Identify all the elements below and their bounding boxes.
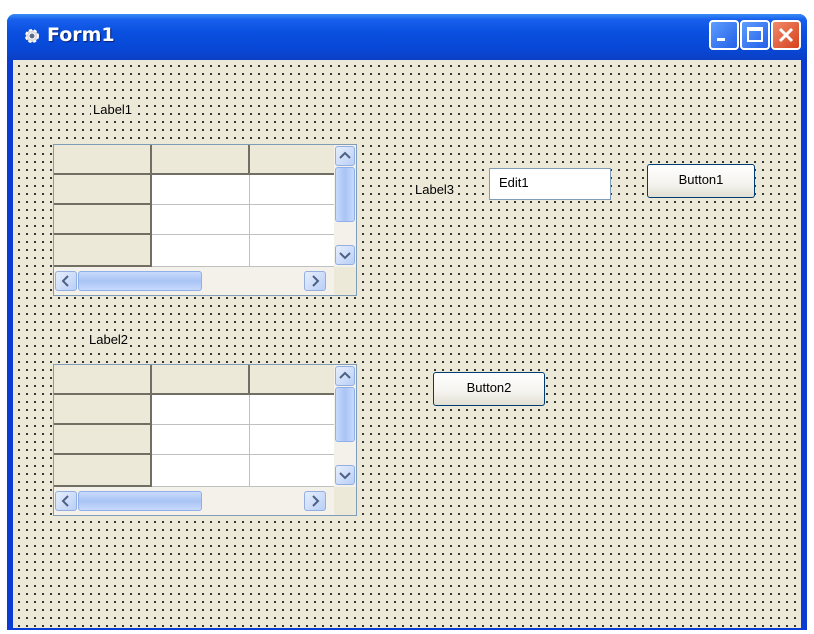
string-grid-2[interactable] bbox=[53, 364, 357, 516]
gear-icon[interactable] bbox=[23, 27, 41, 45]
grid-fixed-cell bbox=[54, 235, 152, 267]
grid-fixed-cell bbox=[152, 145, 250, 175]
grid-cell[interactable] bbox=[152, 175, 250, 205]
minimize-button[interactable] bbox=[709, 20, 739, 50]
grid-cell[interactable] bbox=[152, 235, 250, 267]
scroll-thumb[interactable] bbox=[78, 491, 202, 511]
grid-fixed-cell bbox=[54, 425, 152, 455]
scroll-up-button[interactable] bbox=[335, 146, 355, 166]
chevron-left-icon bbox=[61, 275, 69, 287]
grid-cell[interactable] bbox=[152, 395, 250, 425]
vertical-scrollbar[interactable] bbox=[334, 145, 356, 267]
edit1-input[interactable]: Edit1 bbox=[489, 168, 611, 200]
grid-cell[interactable] bbox=[152, 425, 250, 455]
button2[interactable]: Button2 bbox=[433, 372, 545, 406]
grid-fixed-cell bbox=[152, 365, 250, 395]
string-grid-1[interactable] bbox=[53, 144, 357, 296]
form-client-area: Label1 Label3 Edit1 Button1 Label2 Butto… bbox=[13, 60, 801, 628]
scroll-down-button[interactable] bbox=[335, 465, 355, 485]
chevron-up-icon bbox=[339, 371, 351, 379]
chevron-up-icon bbox=[339, 151, 351, 159]
grid-cell[interactable] bbox=[250, 205, 334, 235]
close-icon bbox=[778, 27, 794, 43]
grid-fixed-cell bbox=[54, 455, 152, 487]
scroll-down-button[interactable] bbox=[335, 245, 355, 265]
grid-fixed-cell bbox=[250, 145, 334, 175]
horizontal-scrollbar[interactable] bbox=[54, 487, 334, 515]
label1: Label1 bbox=[91, 102, 135, 117]
chevron-down-icon bbox=[339, 472, 351, 480]
button1[interactable]: Button1 bbox=[647, 164, 755, 198]
scroll-right-button[interactable] bbox=[304, 491, 326, 511]
title-bar[interactable]: Form1 bbox=[7, 14, 807, 60]
grid-cell[interactable] bbox=[250, 235, 334, 267]
window-title: Form1 bbox=[47, 24, 115, 46]
label2: Label2 bbox=[87, 332, 131, 347]
scroll-thumb[interactable] bbox=[78, 271, 202, 291]
scroll-left-button[interactable] bbox=[55, 491, 77, 511]
maximize-button[interactable] bbox=[740, 20, 770, 50]
grid-cell[interactable] bbox=[250, 425, 334, 455]
chevron-right-icon bbox=[312, 275, 320, 287]
grid-fixed-cell bbox=[54, 205, 152, 235]
horizontal-scrollbar[interactable] bbox=[54, 267, 334, 295]
grid-fixed-cell bbox=[54, 145, 152, 175]
grid-fixed-cell bbox=[250, 365, 334, 395]
form1-window: Form1 Label1 Label3 Edit1 Button1 Label2… bbox=[7, 14, 807, 630]
chevron-right-icon bbox=[312, 495, 320, 507]
grid-cell[interactable] bbox=[250, 395, 334, 425]
maximize-icon bbox=[747, 27, 763, 42]
vertical-scrollbar[interactable] bbox=[334, 365, 356, 487]
chevron-down-icon bbox=[339, 252, 351, 260]
grid-cell[interactable] bbox=[250, 175, 334, 205]
grid-fixed-cell bbox=[54, 175, 152, 205]
scroll-thumb[interactable] bbox=[335, 167, 355, 222]
scroll-thumb[interactable] bbox=[335, 387, 355, 442]
minimize-icon bbox=[717, 38, 725, 41]
scroll-left-button[interactable] bbox=[55, 271, 77, 291]
grid-cell[interactable] bbox=[152, 455, 250, 487]
grid-fixed-cell bbox=[54, 365, 152, 395]
scroll-right-button[interactable] bbox=[304, 271, 326, 291]
close-button[interactable] bbox=[771, 20, 801, 50]
grid-cell[interactable] bbox=[250, 455, 334, 487]
grid-fixed-cell bbox=[54, 395, 152, 425]
chevron-left-icon bbox=[61, 495, 69, 507]
scroll-up-button[interactable] bbox=[335, 366, 355, 386]
grid-cell[interactable] bbox=[152, 205, 250, 235]
label3: Label3 bbox=[413, 182, 457, 197]
